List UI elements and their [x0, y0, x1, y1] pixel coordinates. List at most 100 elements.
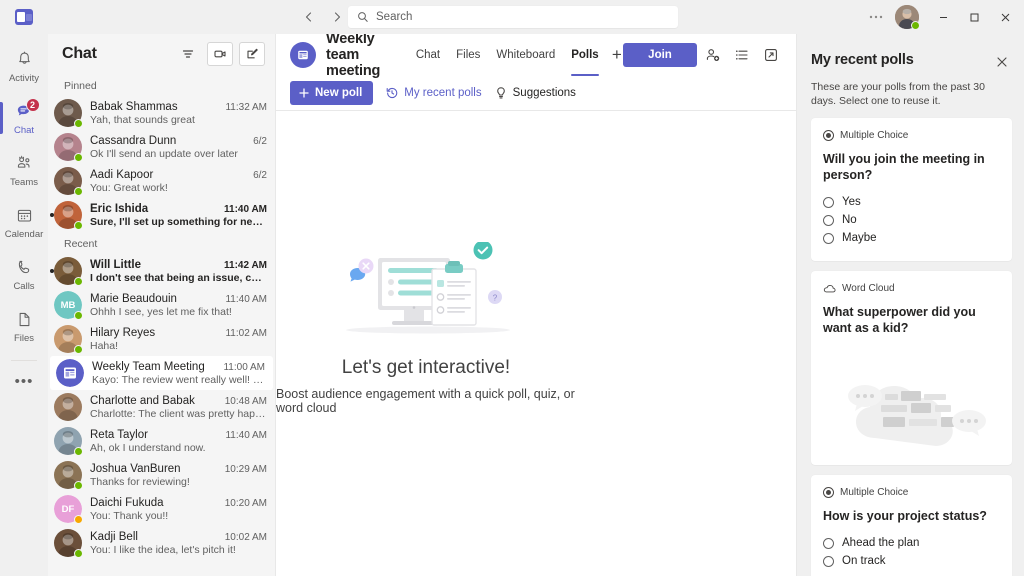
chat-item-text: Cassandra Dunn6/2Ok I'll send an update … — [90, 135, 267, 160]
presence-indicator — [74, 549, 83, 558]
chat-item-name: Hilary Reyes — [90, 327, 221, 339]
back-button[interactable] — [296, 4, 322, 30]
chat-item-time: 11:00 AM — [223, 362, 265, 373]
rail-divider — [11, 360, 37, 361]
avatar — [54, 257, 82, 285]
tab-polls[interactable]: Polls — [563, 34, 606, 76]
chat-list-item[interactable]: Aadi Kapoor6/2You: Great work! — [48, 164, 275, 198]
poll-option[interactable]: No — [823, 211, 1000, 229]
minimize-button[interactable] — [928, 0, 958, 34]
chat-item-time: 11:40 AM — [225, 430, 267, 441]
chat-item-time: 10:20 AM — [225, 498, 267, 509]
poll-card[interactable]: Multiple ChoiceHow is your project statu… — [811, 475, 1012, 576]
main-content: Weekly team meeting ChatFilesWhiteboardP… — [276, 34, 796, 576]
maximize-button[interactable] — [959, 0, 989, 34]
chat-list-item[interactable]: MBMarie Beaudouin11:40 AMOhhh I see, yes… — [48, 288, 275, 322]
tab-chat[interactable]: Chat — [408, 34, 448, 76]
chat-item-preview: Haha! — [90, 340, 267, 352]
search-icon — [357, 11, 369, 23]
poll-option[interactable]: On track — [823, 552, 1000, 570]
close-icon[interactable] — [992, 52, 1012, 72]
chat-item-preview: Sure, I'll set up something for next wee… — [90, 216, 267, 228]
filter-icon[interactable] — [175, 42, 201, 66]
poll-option[interactable]: Maybe — [823, 229, 1000, 247]
presence-indicator — [74, 515, 83, 524]
new-poll-label: New poll — [315, 87, 362, 99]
search-input[interactable]: Search — [376, 11, 412, 23]
chat-item-text: Weekly Team Meeting11:00 AMKayo: The rev… — [92, 361, 265, 386]
poll-type-label: Multiple Choice — [840, 130, 908, 141]
join-button[interactable]: Join — [623, 43, 697, 67]
cloud-icon — [823, 283, 836, 294]
chat-list-item[interactable]: Babak Shammas11:32 AMYah, that sounds gr… — [48, 96, 275, 130]
close-button[interactable] — [990, 0, 1020, 34]
chat-list-scroll[interactable]: PinnedBabak Shammas11:32 AMYah, that sou… — [48, 74, 275, 576]
svg-text:?: ? — [493, 294, 498, 303]
chat-list-item[interactable]: Cassandra Dunn6/2Ok I'll send an update … — [48, 130, 275, 164]
poll-option-label: Yes — [842, 196, 861, 208]
sidebar-item-activity[interactable]: Activity — [0, 40, 48, 92]
user-avatar[interactable] — [895, 5, 919, 29]
poll-option[interactable]: Ahead the plan — [823, 534, 1000, 552]
tab-whiteboard[interactable]: Whiteboard — [488, 34, 563, 76]
chat-list-item[interactable]: Joshua VanBuren10:29 AMThanks for review… — [48, 458, 275, 492]
add-tab-button[interactable]: + — [611, 42, 623, 68]
empty-state-subtitle: Boost audience engagement with a quick p… — [276, 387, 576, 415]
avatar — [54, 427, 82, 455]
my-recent-polls-button[interactable]: My recent polls — [385, 86, 481, 100]
new-poll-button[interactable]: New poll — [290, 81, 373, 105]
more-options-button[interactable] — [861, 2, 891, 32]
poll-option-label: Maybe — [842, 232, 877, 244]
avatar-image — [56, 359, 84, 387]
chat-icon: 2 — [15, 101, 34, 123]
chat-list-item[interactable]: DFDaichi Fukuda10:20 AMYou: Thank you!! — [48, 492, 275, 526]
bell-icon — [15, 49, 34, 71]
chat-list-item[interactable]: Kadji Bell10:02 AMYou: I like the idea, … — [48, 526, 275, 560]
chat-item-time: 10:48 AM — [225, 396, 267, 407]
chat-item-text: Joshua VanBuren10:29 AMThanks for review… — [90, 463, 267, 488]
chat-list-item[interactable]: Will Little11:42 AMI don't see that bein… — [48, 254, 275, 288]
forward-button[interactable] — [324, 4, 350, 30]
chat-item-name: Kadji Bell — [90, 531, 221, 543]
search-bar[interactable]: Search — [348, 6, 678, 28]
sidebar-item-files[interactable]: Files — [0, 300, 48, 352]
poll-toolbar: New poll My recent polls Suggestions — [276, 76, 796, 110]
new-chat-icon[interactable] — [239, 42, 265, 66]
chat-item-text: Eric Ishida11:40 AMSure, I'll set up som… — [90, 203, 267, 228]
chat-list-title: Chat — [62, 45, 169, 63]
poll-card[interactable]: Word CloudWhat superpower did you want a… — [811, 271, 1012, 465]
chat-item-time: 11:40 AM — [224, 204, 267, 215]
sidebar-item-calendar[interactable]: Calendar — [0, 196, 48, 248]
radio-filled-icon — [823, 130, 834, 141]
poll-card[interactable]: Multiple ChoiceWill you join the meeting… — [811, 118, 1012, 261]
chat-item-name: Reta Taylor — [90, 429, 221, 441]
chat-item-preview: Kayo: The review went really well! Can't… — [92, 374, 265, 386]
chat-list-item[interactable]: Eric Ishida11:40 AMSure, I'll set up som… — [48, 198, 275, 232]
titlebar-right-controls — [861, 0, 1020, 34]
suggestions-button[interactable]: Suggestions — [494, 86, 576, 100]
poll-option[interactable]: Yes — [823, 193, 1000, 211]
chat-item-text: Reta Taylor11:40 AMAh, ok I understand n… — [90, 429, 267, 454]
recent-polls-card-list[interactable]: Multiple ChoiceWill you join the meeting… — [797, 108, 1024, 576]
chat-list-item[interactable]: Charlotte and Babak10:48 AMCharlotte: Th… — [48, 390, 275, 424]
sidebar-item-chat[interactable]: 2 Chat — [0, 92, 48, 144]
presence-indicator — [74, 447, 83, 456]
video-call-icon[interactable] — [207, 42, 233, 66]
add-people-icon[interactable] — [700, 42, 726, 68]
avatar — [54, 167, 82, 195]
chat-list-item[interactable]: Weekly Team Meeting11:00 AMKayo: The rev… — [50, 356, 273, 390]
sidebar-label-calls: Calls — [13, 281, 34, 292]
presence-indicator — [74, 119, 83, 128]
list-icon[interactable] — [729, 42, 755, 68]
sidebar-item-teams[interactable]: Teams — [0, 144, 48, 196]
chat-list-item[interactable]: Reta Taylor11:40 AMAh, ok I understand n… — [48, 424, 275, 458]
polls-empty-state: ? Let's get interactive! Boost audience … — [276, 111, 796, 576]
avatar — [54, 461, 82, 489]
teams-logo-icon — [15, 9, 33, 25]
rail-more-apps-button[interactable]: ••• — [0, 365, 48, 397]
chat-list-item[interactable]: Hilary Reyes11:02 AMHaha! — [48, 322, 275, 356]
pop-out-icon[interactable] — [758, 42, 784, 68]
sidebar-item-calls[interactable]: Calls — [0, 248, 48, 300]
chat-item-preview: You: Great work! — [90, 182, 267, 194]
tab-files[interactable]: Files — [448, 34, 488, 76]
